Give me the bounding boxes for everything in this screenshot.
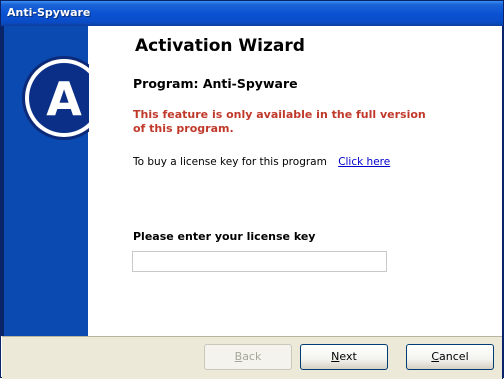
license-key-input[interactable] — [132, 251, 387, 272]
program-label: Program: Anti-Spyware — [133, 76, 298, 91]
next-button[interactable]: Next — [300, 344, 388, 370]
license-key-label: Please enter your license key — [133, 230, 316, 243]
title-bar[interactable]: Anti-Spyware — [1, 1, 503, 26]
back-button[interactable]: Back — [204, 344, 292, 370]
activation-wizard-window: Anti-Spyware A Activation Wizard Program… — [0, 0, 504, 379]
next-button-label: ext — [339, 350, 357, 363]
cancel-button-mnemonic: C — [431, 350, 440, 363]
left-border — [1, 26, 4, 336]
buy-license-text: To buy a license key for this program — [133, 156, 327, 168]
buy-license-link[interactable]: Click here — [338, 156, 390, 168]
wizard-content: Activation Wizard Program: Anti-Spyware … — [89, 26, 502, 336]
cancel-button-label: ancel — [439, 350, 469, 363]
page-title: Activation Wizard — [135, 36, 305, 56]
full-version-notice: This feature is only available in the fu… — [133, 108, 426, 135]
logo-letter: A — [46, 72, 82, 126]
cancel-button[interactable]: Cancel — [406, 344, 494, 370]
buy-license-row: To buy a license key for this program Cl… — [133, 156, 390, 168]
button-bar: Back Next Cancel — [2, 336, 502, 379]
window-title: Anti-Spyware — [7, 6, 91, 19]
back-button-label: ack — [242, 350, 262, 363]
